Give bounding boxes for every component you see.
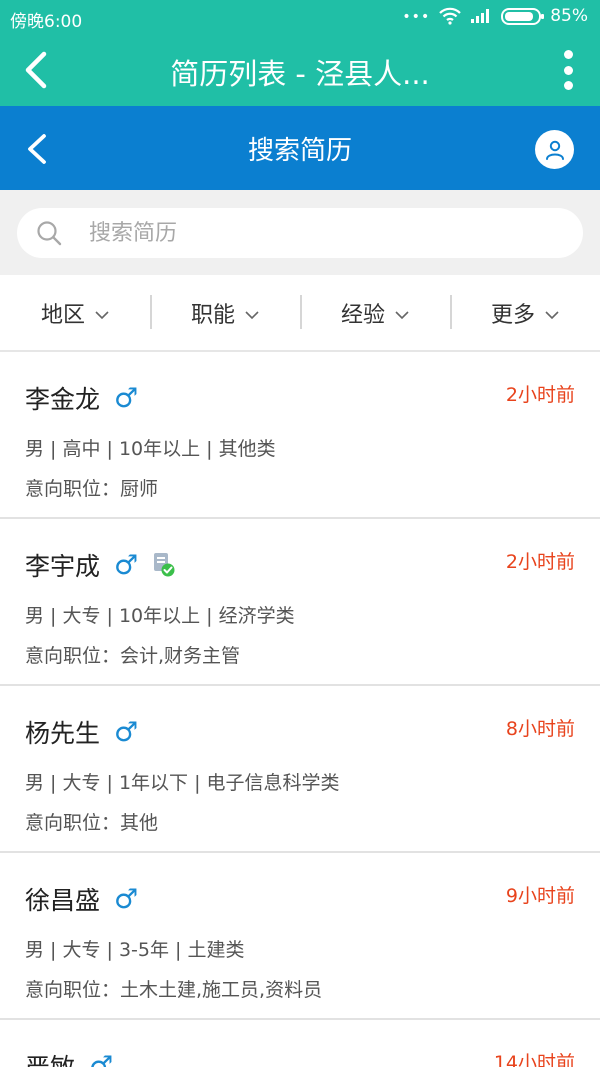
resume-name: 李宇成 <box>25 552 101 581</box>
male-icon: ♂ <box>89 1050 114 1067</box>
chevron-down-icon <box>245 310 259 319</box>
status-bar: 傍晚6:00 ••• 85% <box>0 0 600 34</box>
resume-name: 李金龙 <box>25 385 101 414</box>
battery-percent: 85% <box>550 6 588 26</box>
male-icon: ♂ <box>114 549 139 581</box>
resume-time: 2小时前 <box>505 551 575 573</box>
resume-info: 男 | 大专 | 3-5年 | 土建类 <box>25 939 245 961</box>
status-time: 傍晚6:00 <box>10 12 83 32</box>
signal-icon <box>471 9 490 23</box>
male-icon: ♂ <box>114 382 139 414</box>
resume-item[interactable]: 杨先生 ♂ 8小时前 男 | 大专 | 1年以下 | 电子信息科学类 意向职位：… <box>0 686 600 853</box>
more-button[interactable] <box>558 48 578 92</box>
search-area <box>0 190 600 275</box>
resume-time: 14小时前 <box>493 1052 575 1067</box>
app-title: 简历列表 - 泾县人... <box>170 57 430 91</box>
status-icons: ••• 85% <box>402 6 588 26</box>
resume-info: 男 | 高中 | 10年以上 | 其他类 <box>25 438 276 460</box>
verified-resume-icon <box>154 553 175 577</box>
resume-item[interactable]: 李宇成 ♂ 2小时前 男 | 大专 | 10年以上 | 经济学类 意向职位：会计… <box>0 519 600 686</box>
filter-bar: 地区 职能 经验 更多 <box>0 275 600 352</box>
resume-item[interactable]: 李金龙 ♂ 2小时前 男 | 高中 | 10年以上 | 其他类 意向职位：厨师 <box>0 352 600 519</box>
filter-label: 更多 <box>490 302 535 328</box>
battery-icon <box>501 7 545 25</box>
app-bar: 简历列表 - 泾县人... <box>0 34 600 106</box>
chevron-left-icon <box>25 51 47 89</box>
filter-experience[interactable]: 经验 <box>300 275 450 350</box>
male-icon: ♂ <box>114 883 139 915</box>
back-button[interactable] <box>20 48 60 92</box>
resume-name: 徐昌盛 <box>25 886 101 915</box>
resume-intent: 意向职位：土木土建,施工员,资料员 <box>25 979 323 1001</box>
chevron-down-icon <box>395 310 409 319</box>
user-button[interactable] <box>535 130 574 169</box>
notification-dots-icon: ••• <box>402 9 431 25</box>
filter-function[interactable]: 职能 <box>150 275 300 350</box>
search-header: 搜索简历 <box>0 106 600 190</box>
resume-item[interactable]: 严敏 ♂ 14小时前 <box>0 1020 600 1067</box>
filter-label: 职能 <box>190 302 235 328</box>
male-icon: ♂ <box>114 716 139 748</box>
search-header-title: 搜索简历 <box>247 136 352 166</box>
resume-time: 8小时前 <box>505 718 575 740</box>
resume-intent: 意向职位：其他 <box>25 812 159 834</box>
wifi-icon <box>439 7 461 25</box>
more-vertical-icon <box>563 50 573 59</box>
resume-list: 李金龙 ♂ 2小时前 男 | 高中 | 10年以上 | 其他类 意向职位：厨师 … <box>0 352 600 1067</box>
resume-intent: 意向职位：厨师 <box>25 478 159 500</box>
resume-info: 男 | 大专 | 1年以下 | 电子信息科学类 <box>25 772 340 794</box>
search-input[interactable] <box>89 216 559 250</box>
search-icon <box>37 221 62 246</box>
resume-item[interactable]: 徐昌盛 ♂ 9小时前 男 | 大专 | 3-5年 | 土建类 意向职位：土木土建… <box>0 853 600 1020</box>
search-box[interactable] <box>17 208 583 258</box>
resume-info: 男 | 大专 | 10年以上 | 经济学类 <box>25 605 295 627</box>
resume-name: 杨先生 <box>25 719 101 748</box>
filter-label: 经验 <box>340 302 385 328</box>
filter-more[interactable]: 更多 <box>450 275 600 350</box>
chevron-down-icon <box>545 310 559 319</box>
resume-intent: 意向职位：会计,财务主管 <box>25 645 241 667</box>
user-icon <box>545 140 564 160</box>
chevron-down-icon <box>95 310 109 319</box>
resume-time: 9小时前 <box>505 885 575 907</box>
resume-time: 2小时前 <box>505 384 575 406</box>
filter-label: 地区 <box>40 302 85 328</box>
filter-region[interactable]: 地区 <box>0 275 150 350</box>
resume-name: 严敏 <box>25 1048 75 1067</box>
